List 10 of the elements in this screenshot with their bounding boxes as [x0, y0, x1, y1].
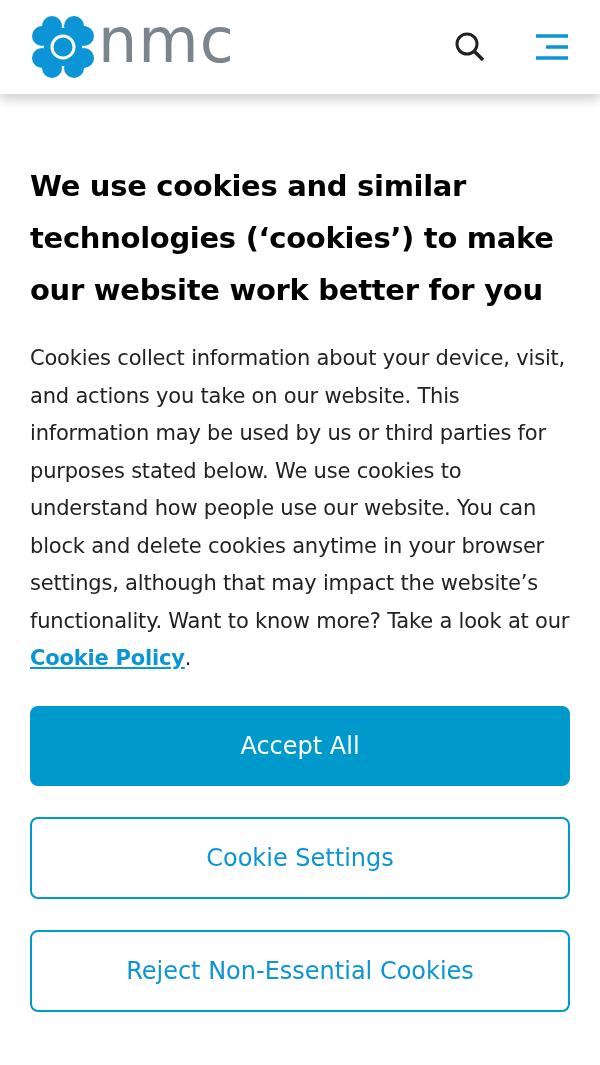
logo-text[interactable]: nmc: [98, 10, 235, 72]
outline-button[interactable]: Cookie Settings: [30, 816, 570, 899]
accept-button[interactable]: Accept All: [30, 705, 570, 786]
menu-icon[interactable]: [534, 33, 570, 61]
flower-logo-icon: [30, 14, 96, 80]
cookie-policy-link[interactable]: Cookie Policy: [30, 646, 185, 670]
outline-button[interactable]: Reject Non-Essential Cookies: [30, 929, 570, 1012]
search-icon[interactable]: [454, 31, 486, 63]
banner-text: Cookies collect information about your device, visit, and actions you take on our website. This information may be used by us or third parties for purposes stated below. We use cookies to understand how people use our website. You can block and delete cookies anytime in your browser settings, although that may impact the website’s functionality. Want to know more? Take a look at our Cookie Policy.: [30, 345, 570, 672]
banner-heading: We use cookies and similar technologies (‘cookies’) to make our website work better for you: [30, 168, 555, 309]
